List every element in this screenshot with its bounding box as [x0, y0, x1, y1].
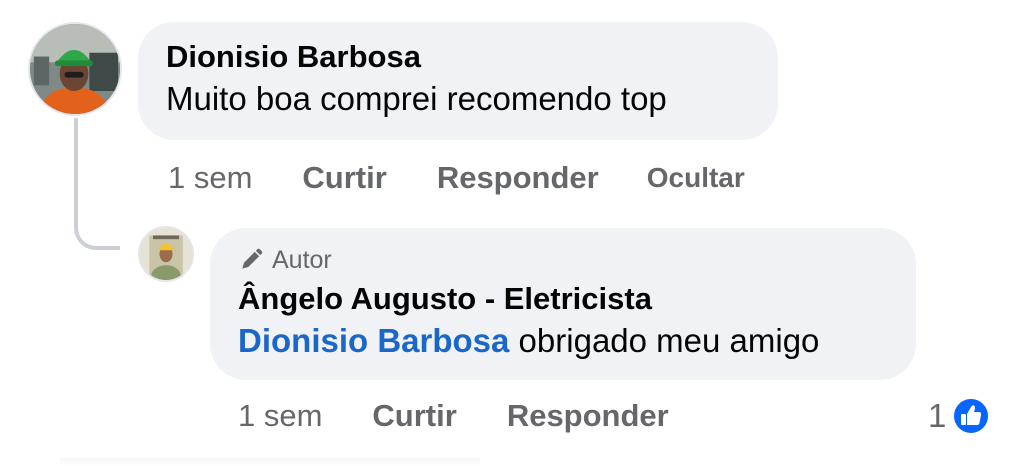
- reply-like-button[interactable]: Curtir: [372, 398, 456, 434]
- pencil-icon: [242, 248, 263, 269]
- like-icon: [952, 397, 991, 435]
- thread-connector-line: [74, 118, 120, 250]
- comment-timestamp[interactable]: 1 sem: [168, 160, 252, 196]
- reaction-summary[interactable]: 1: [928, 394, 991, 438]
- comment-thread: Dionisio Barbosa Muito boa comprei recom…: [0, 0, 1024, 466]
- avatar-photo: [30, 24, 120, 114]
- reaction-count: 1: [928, 397, 947, 434]
- hide-button[interactable]: Ocultar: [647, 162, 745, 194]
- avatar-commenter[interactable]: [28, 22, 122, 116]
- like-button[interactable]: Curtir: [302, 160, 386, 196]
- reply-author-name[interactable]: Ângelo Augusto - Eletricista: [238, 280, 888, 318]
- reply-timestamp[interactable]: 1 sem: [238, 398, 322, 434]
- reply-bubble: Autor Ângelo Augusto - Eletricista Dioni…: [210, 228, 916, 380]
- reply-reply-button[interactable]: Responder: [507, 398, 669, 434]
- comment-text: Muito boa comprei recomendo top: [166, 80, 667, 117]
- comment-bubble: Dionisio Barbosa Muito boa comprei recom…: [138, 22, 778, 140]
- reply-text-body: obrigado meu amigo: [509, 322, 820, 359]
- reply-button[interactable]: Responder: [437, 160, 599, 196]
- divider: [60, 458, 480, 466]
- avatar-photo: [140, 228, 192, 280]
- author-badge: Autor: [238, 244, 888, 276]
- comment-actions: 1 sem Curtir Responder Ocultar: [168, 156, 745, 200]
- comment-author-name[interactable]: Dionisio Barbosa: [166, 38, 750, 76]
- mention-link[interactable]: Dionisio Barbosa: [238, 322, 509, 359]
- reply-text: Dionisio Barbosa obrigado meu amigo: [238, 318, 888, 364]
- author-badge-label: Autor: [272, 246, 332, 274]
- reply-actions: 1 sem Curtir Responder: [238, 394, 669, 438]
- avatar-reply-author[interactable]: [138, 226, 194, 282]
